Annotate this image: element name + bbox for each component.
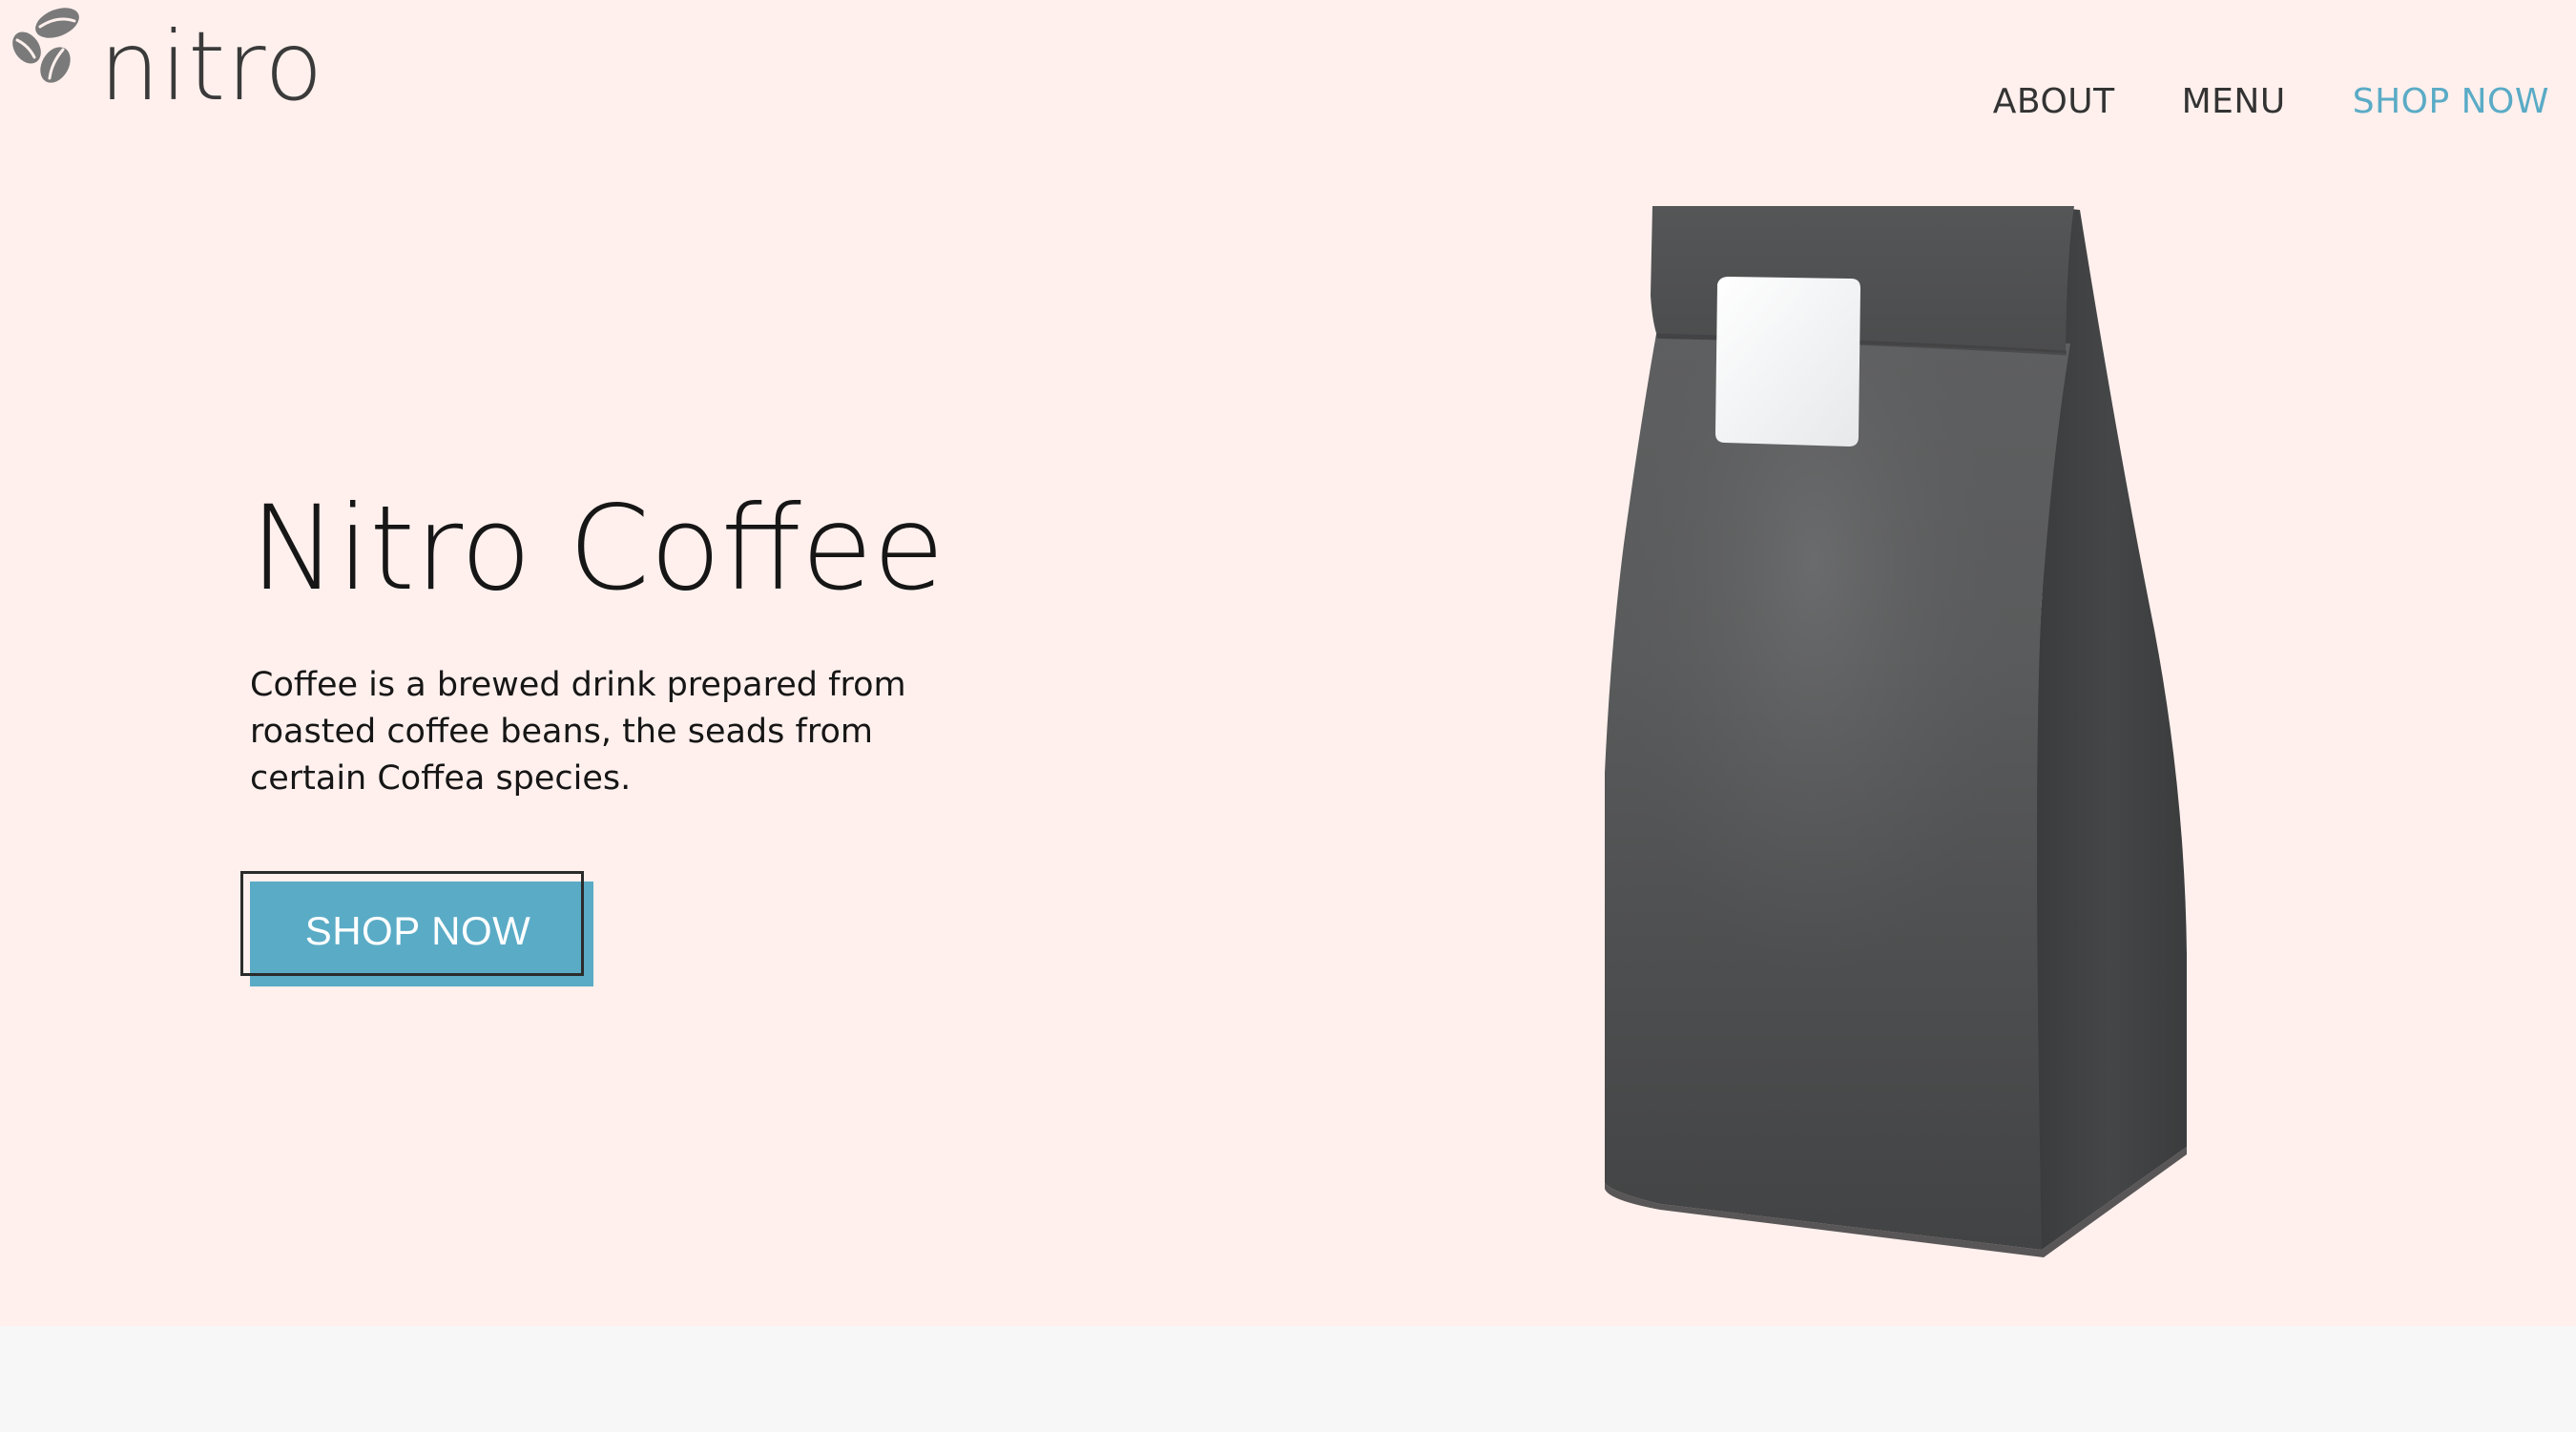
hero-title: Nitro Coffee <box>250 481 945 616</box>
nav-menu-link[interactable]: MENU <box>2182 82 2286 121</box>
main-nav: ABOUT MENU SHOP NOW <box>1993 82 2549 121</box>
brand-logo[interactable]: nitro <box>8 2 323 114</box>
coffee-bag-image <box>1605 206 2187 1257</box>
hero-description: Coffee is a brewed drink prepared from r… <box>250 666 906 798</box>
page: nitro ABOUT MENU SHOP NOW Nitro Coffee C… <box>0 0 2576 1432</box>
coffee-beans-icon <box>12 8 79 83</box>
brand-name: nitro <box>99 10 324 122</box>
nav-about-link[interactable]: ABOUT <box>1993 82 2115 121</box>
shop-now-button[interactable]: SHOP NOW <box>240 871 584 976</box>
shop-now-button-label: SHOP NOW <box>304 908 531 953</box>
nav-shop-now-link[interactable]: SHOP NOW <box>2353 82 2549 121</box>
hero-section: nitro ABOUT MENU SHOP NOW Nitro Coffee C… <box>0 0 2576 1326</box>
